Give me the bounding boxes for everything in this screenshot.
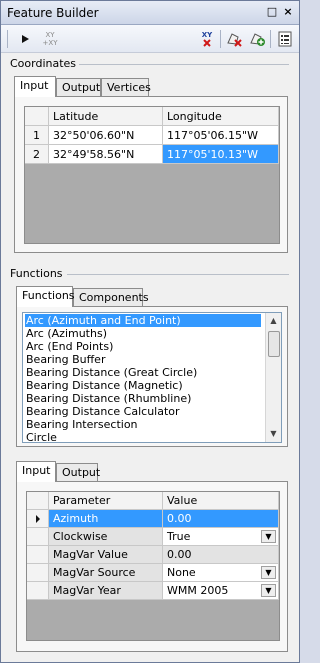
longitude-cell-selected[interactable]: 117°05'10.13"W — [163, 145, 279, 164]
group-divider — [67, 274, 289, 275]
run-button[interactable] — [15, 30, 35, 48]
remove-feature-icon — [227, 33, 242, 47]
list-item[interactable]: Bearing Distance (Great Circle) — [25, 366, 197, 379]
parameter-name-cell[interactable]: Azimuth — [49, 510, 163, 528]
scroll-thumb[interactable] — [268, 331, 280, 357]
parameter-value-cell[interactable]: 0.00 — [163, 510, 279, 528]
coordinates-label: Coordinates — [10, 57, 77, 70]
grid-corner — [27, 492, 49, 510]
play-icon — [22, 35, 29, 43]
list-item[interactable]: Bearing Distance Calculator — [25, 405, 180, 418]
parameters-grid: Parameter Value Azimuth 0.00 Clockwise T… — [26, 491, 280, 641]
tab-parameters-input[interactable]: Input — [16, 461, 56, 482]
dropdown-value: None — [167, 566, 196, 579]
dropdown-value: True — [167, 530, 191, 543]
scroll-down-icon[interactable]: ▼ — [266, 426, 281, 442]
xy-label-top: XY — [45, 31, 55, 39]
remove-feature-button[interactable] — [224, 30, 244, 48]
clear-xy-button[interactable]: XY — [197, 30, 217, 48]
row-indicator[interactable] — [27, 528, 49, 546]
latitude-cell[interactable]: 32°50'06.60"N — [49, 126, 163, 145]
row-indicator[interactable] — [27, 582, 49, 600]
close-icon[interactable]: × — [281, 5, 295, 19]
properties-icon — [278, 31, 292, 47]
functions-list[interactable]: Arc (Azimuth and End Point) Arc (Azimuth… — [22, 312, 282, 443]
list-item[interactable]: Arc (End Points) — [25, 340, 113, 353]
properties-button[interactable] — [275, 30, 295, 48]
row-number[interactable]: 1 — [25, 126, 49, 145]
window-title: Feature Builder — [7, 6, 99, 20]
row-indicator[interactable] — [27, 510, 49, 528]
longitude-cell[interactable]: 117°05'06.15"W — [163, 126, 279, 145]
feature-builder-window: Feature Builder □ × XY +XY XY Coordinate… — [0, 0, 300, 663]
chevron-down-icon[interactable]: ▼ — [261, 530, 276, 543]
functions-panel: Arc (Azimuth and End Point) Arc (Azimuth… — [16, 306, 288, 447]
add-xy-button[interactable]: XY +XY — [37, 30, 63, 48]
functions-scrollbar[interactable]: ▲ ▼ — [265, 313, 281, 442]
list-item[interactable]: Bearing Intersection — [25, 418, 138, 431]
column-header-parameter[interactable]: Parameter — [49, 492, 163, 510]
chevron-down-icon[interactable]: ▼ — [261, 584, 276, 597]
tab-coordinates-output[interactable]: Output — [56, 78, 101, 97]
list-item[interactable]: Circle — [25, 431, 57, 442]
dropdown-value: WMM 2005 — [167, 584, 229, 597]
parameter-value-dropdown[interactable]: WMM 2005 ▼ — [163, 582, 279, 600]
parameter-name-cell[interactable]: MagVar Source — [49, 564, 163, 582]
xy-red-label: XY — [201, 31, 213, 39]
tab-coordinates-input[interactable]: Input — [14, 76, 56, 97]
group-divider — [79, 64, 289, 65]
parameter-name-cell[interactable]: MagVar Value — [49, 546, 163, 564]
list-item-selected[interactable]: Arc (Azimuth and End Point) — [25, 314, 261, 327]
title-bar: Feature Builder □ × — [1, 1, 299, 25]
add-feature-button[interactable] — [247, 30, 267, 48]
tab-components[interactable]: Components — [73, 288, 149, 307]
column-header-value[interactable]: Value — [163, 492, 279, 510]
column-header-latitude[interactable]: Latitude — [49, 107, 163, 126]
parameter-name-cell[interactable]: MagVar Year — [49, 582, 163, 600]
list-item[interactable]: Bearing Distance (Rhumbline) — [25, 392, 191, 405]
xy-label-bottom: +XY — [42, 39, 58, 47]
parameter-value-dropdown[interactable]: True ▼ — [163, 528, 279, 546]
toolbar: XY +XY XY — [1, 25, 299, 53]
latitude-cell[interactable]: 32°49'58.56"N — [49, 145, 163, 164]
parameter-name-cell[interactable]: Clockwise — [49, 528, 163, 546]
grid-corner — [25, 107, 49, 126]
parameter-value-dropdown[interactable]: None ▼ — [163, 564, 279, 582]
tab-parameters-output[interactable]: Output — [56, 463, 100, 482]
tab-coordinates-vertices[interactable]: Vertices — [101, 78, 151, 97]
row-number[interactable]: 2 — [25, 145, 49, 164]
list-item[interactable]: Bearing Buffer — [25, 353, 105, 366]
parameter-value-cell[interactable]: 0.00 — [163, 546, 279, 564]
toolbar-separator — [270, 30, 271, 48]
toolbar-grip — [7, 30, 8, 48]
pin-icon[interactable]: □ — [265, 5, 279, 19]
current-row-icon — [35, 515, 40, 523]
list-item[interactable]: Arc (Azimuths) — [25, 327, 107, 340]
add-feature-icon — [250, 33, 265, 46]
tab-functions[interactable]: Functions — [16, 286, 75, 307]
scroll-up-icon[interactable]: ▲ — [266, 313, 281, 329]
parameters-panel: Parameter Value Azimuth 0.00 Clockwise T… — [16, 481, 288, 652]
row-indicator[interactable] — [27, 564, 49, 582]
coordinates-grid: Latitude Longitude 1 32°50'06.60"N 117°0… — [24, 106, 280, 244]
coordinates-panel: Latitude Longitude 1 32°50'06.60"N 117°0… — [14, 96, 288, 253]
delete-icon — [203, 39, 211, 47]
toolbar-separator — [220, 30, 221, 48]
list-item[interactable]: Bearing Distance (Magnetic) — [25, 379, 183, 392]
functions-label: Functions — [10, 267, 63, 280]
chevron-down-icon[interactable]: ▼ — [261, 566, 276, 579]
column-header-longitude[interactable]: Longitude — [163, 107, 279, 126]
row-indicator[interactable] — [27, 546, 49, 564]
